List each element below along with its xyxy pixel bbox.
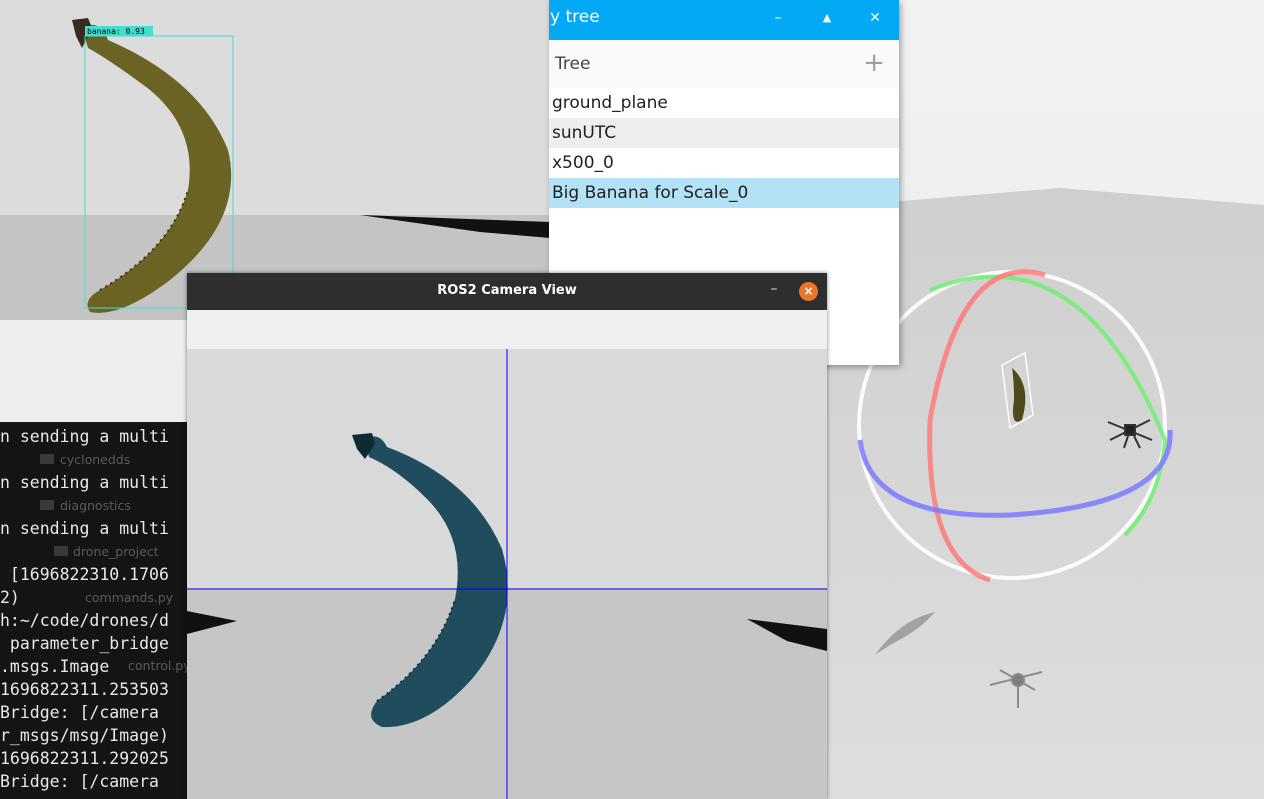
terminal-line: n sending a multi (0, 519, 169, 538)
tree-item-big-banana[interactable]: Big Banana for Scale_0 (549, 178, 899, 208)
terminal-line: r_msgs/msg/Image) (0, 726, 169, 745)
terminal-line: Bridge: [/camera (0, 703, 159, 722)
detection-label: banana: 0.93 (87, 27, 145, 36)
detection-image-view: banana: 0.93 (0, 0, 550, 320)
tree-header: Tree + (549, 40, 899, 88)
camera-window-toolbar (187, 310, 827, 349)
tree-item-ground-plane[interactable]: ground_plane (549, 88, 899, 118)
ros2-camera-window: ROS2 Camera View – × (187, 273, 827, 799)
tree-label: Tree (555, 54, 591, 74)
terminal-line: [1696822310.1706 (0, 565, 169, 584)
entity-tree-titlebar[interactable]: y tree – ▲ ✕ (549, 0, 899, 40)
terminal-line: 1696822311.253503 (0, 680, 169, 699)
tree-item-sunutc[interactable]: sunUTC (549, 118, 899, 148)
terminal-line: 2) (0, 588, 20, 607)
minimize-button[interactable]: – (765, 5, 791, 31)
ghost-file-item: diagnostics (60, 498, 131, 513)
camera-window-title: ROS2 Camera View (437, 283, 577, 298)
terminal-line: n sending a multi (0, 427, 169, 446)
terminal-line: n sending a multi (0, 473, 169, 492)
entity-tree-title: y tree (550, 7, 600, 27)
ghost-file-item: drone_project (73, 544, 159, 559)
terminal-window[interactable]: cyclonedds diagnostics drone_project com… (0, 422, 190, 799)
close-button[interactable]: ✕ (862, 5, 888, 31)
ghost-file-item: cyclonedds (60, 452, 131, 467)
minimize-button[interactable]: – (767, 281, 781, 301)
terminal-line: Bridge: [/camera (0, 772, 159, 791)
folder-icon (40, 500, 54, 510)
maximize-button[interactable]: ▲ (814, 5, 840, 31)
terminal-line: h:~/code/drones/d (0, 611, 169, 630)
folder-icon (54, 546, 68, 556)
plus-icon[interactable]: + (863, 50, 885, 76)
folder-icon (40, 454, 54, 464)
tree-item-x500[interactable]: x500_0 (549, 148, 899, 178)
terminal-line: 1696822311.292025 (0, 749, 169, 768)
camera-image-view[interactable] (187, 349, 827, 799)
ghost-file-item: control.py (128, 658, 190, 673)
camera-window-titlebar[interactable]: ROS2 Camera View – × (187, 273, 827, 310)
terminal-line: parameter_bridge (0, 634, 169, 653)
terminal-line: .msgs.Image (0, 657, 110, 676)
close-button[interactable]: × (799, 282, 818, 301)
ghost-file-item: commands.py (85, 590, 174, 605)
